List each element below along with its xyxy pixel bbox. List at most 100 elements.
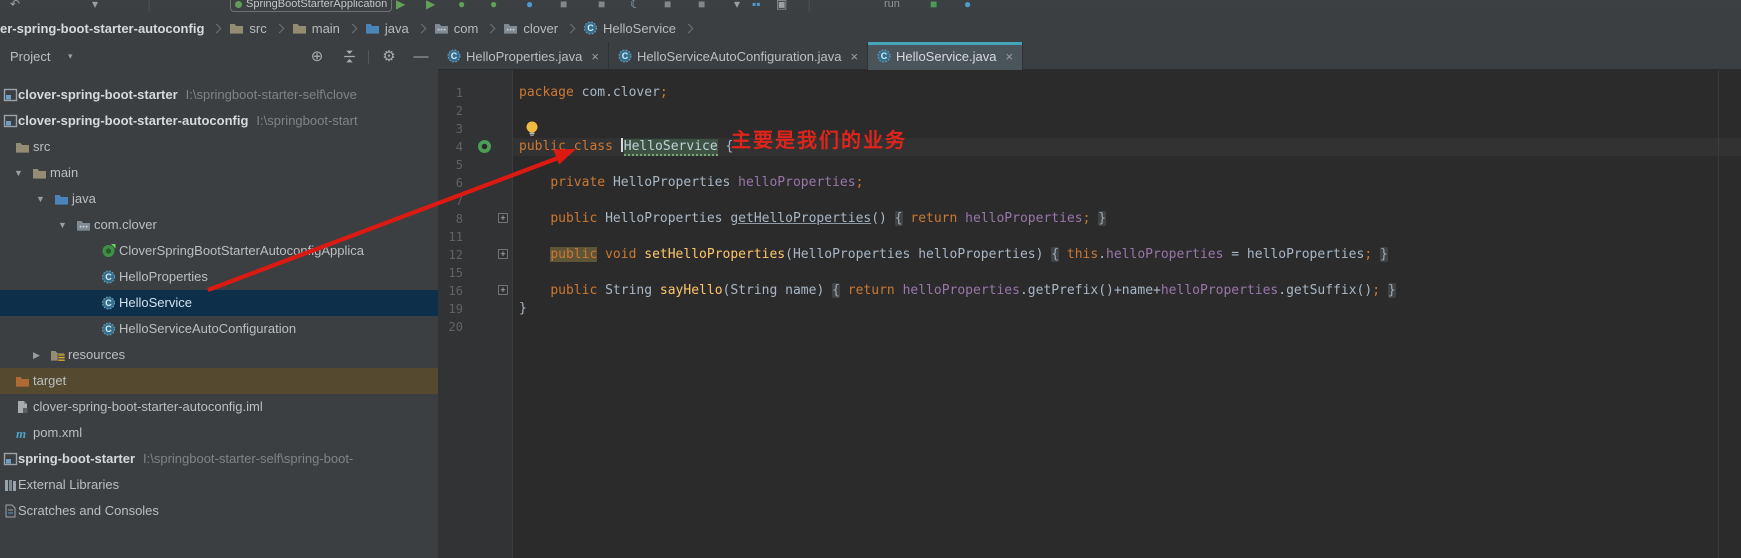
tree-item-clover-spring-boot-starter-autoconfig[interactable]: clover-spring-boot-starter-autoconfigI:\… — [0, 108, 438, 134]
line-number: 20 — [438, 318, 463, 336]
code-line-4[interactable]: public class HelloService { — [519, 138, 733, 156]
close-tab-icon[interactable]: × — [591, 49, 599, 64]
tree-item-helloservice[interactable]: CHelloService — [0, 290, 438, 316]
package-icon — [503, 21, 518, 35]
class-icon: C — [618, 49, 632, 63]
tree-item-clover-spring-boot-starter[interactable]: clover-spring-boot-starterI:\springboot-… — [0, 82, 438, 108]
svg-text:C: C — [105, 272, 112, 282]
chevron-separator-icon — [347, 23, 357, 33]
tab-helloservice-java[interactable]: CHelloService.java× — [868, 42, 1023, 70]
line-number: 15 — [438, 264, 463, 282]
code-line-16[interactable]: public String sayHello(String name) { re… — [519, 282, 1396, 300]
module-path: I:\springboot-starter-self\clove — [186, 87, 357, 102]
breadcrumb-item-helloservice[interactable]: CHelloService — [583, 21, 676, 36]
tree-item-label: clover-spring-boot-starterI:\springboot-… — [18, 87, 357, 102]
fold-marker[interactable]: + — [498, 249, 508, 259]
settings-button[interactable]: ⚙ — [380, 48, 398, 66]
breadcrumb-label: com — [454, 21, 479, 36]
project-panel: Project ▾ ⊕ ⚙ — clover-spring-boot-start… — [0, 42, 438, 558]
editor: CHelloProperties.java×CHelloServiceAutoC… — [438, 42, 1741, 558]
tree-item-java[interactable]: ▼java — [0, 186, 438, 212]
build-status-icon[interactable]: ■ — [930, 0, 937, 11]
run-icon[interactable]: ▶ — [396, 0, 405, 11]
code-line-19[interactable]: } — [519, 300, 527, 318]
line-number: 16 — [438, 282, 463, 300]
class-icon: C — [101, 296, 116, 310]
right-margin-guide — [1718, 70, 1719, 558]
editor-body[interactable]: 1package com.clover;234public class Hell… — [438, 70, 1741, 558]
tree-item-label: spring-boot-starterI:\springboot-starter… — [18, 451, 353, 466]
expanded-arrow-icon[interactable]: ▼ — [58, 220, 67, 230]
intention-bulb-icon[interactable] — [524, 120, 540, 138]
tree-item-clover-spring-boot-starter-autoconfig-im[interactable]: clover-spring-boot-starter-autoconfig.im… — [0, 394, 438, 420]
fold-marker[interactable]: + — [498, 213, 508, 223]
tree-item-spring-boot-starter[interactable]: spring-boot-starterI:\springboot-starter… — [0, 446, 438, 472]
code-line-6[interactable]: private HelloProperties helloProperties; — [519, 174, 863, 192]
fold-marker[interactable]: + — [498, 285, 508, 295]
breadcrumb-item-src[interactable]: src — [229, 21, 266, 36]
breadcrumb-item-clover[interactable]: clover — [503, 21, 558, 36]
tab-helloserviceautoconfiguration-java[interactable]: CHelloServiceAutoConfiguration.java× — [609, 42, 868, 70]
svg-text:C: C — [587, 23, 594, 33]
locate-button[interactable]: ⊕ — [308, 48, 326, 66]
save-all-icon[interactable]: ▣ — [776, 0, 787, 11]
expanded-arrow-icon[interactable]: ▼ — [36, 194, 45, 204]
main-toolbar: SpringBootStarterApplication run ↶▾│▶▶●●… — [0, 0, 1741, 15]
project-panel-header: Project ▾ ⊕ ⚙ — — [0, 42, 438, 72]
code-line-8[interactable]: public HelloProperties getHelloPropertie… — [519, 210, 1106, 228]
close-tab-icon[interactable]: × — [850, 49, 858, 64]
chevron-down-icon[interactable]: ▾ — [92, 0, 98, 11]
expanded-arrow-icon[interactable]: ▼ — [14, 168, 23, 178]
sync-icon[interactable]: ● — [964, 0, 971, 11]
night-mode-icon[interactable]: ☾ — [630, 0, 641, 11]
tree-item-cloverspringbootstarterautoconfigapplica[interactable]: CloverSpringBootStarterAutoconfigApplica — [0, 238, 438, 264]
tree-item-label: HelloService — [119, 295, 192, 310]
text-caret — [621, 138, 623, 152]
svg-text:C: C — [451, 51, 458, 61]
run-configuration-select[interactable]: SpringBootStarterApplication — [230, 0, 392, 12]
svg-text:C: C — [881, 51, 888, 61]
debug-icon[interactable]: ● — [526, 0, 533, 11]
run-anything-icon[interactable]: ● — [490, 0, 497, 11]
tree-item-label: pom.xml — [33, 425, 82, 440]
breadcrumb-item-java[interactable]: java — [365, 21, 409, 36]
tree-item-helloserviceautoconfiguration[interactable]: CHelloServiceAutoConfiguration — [0, 316, 438, 342]
close-tab-icon[interactable]: × — [1005, 49, 1013, 64]
main-area: Project ▾ ⊕ ⚙ — clover-spring-boot-start… — [0, 42, 1741, 558]
line-number: 4 — [438, 138, 463, 156]
package-icon — [76, 218, 91, 232]
tree-item-pom-xml[interactable]: mpom.xml — [0, 420, 438, 446]
tool-icon[interactable]: ■ — [598, 0, 605, 11]
chevron-down-icon-2[interactable]: ▾ — [734, 0, 740, 11]
collapsed-arrow-icon[interactable]: ▶ — [33, 350, 40, 360]
spring-bean-gutter-icon[interactable] — [477, 139, 492, 154]
breadcrumb-item-er-spring-boot-starter-autoconfig[interactable]: er-spring-boot-starter-autoconfig — [0, 21, 204, 36]
tree-item-src[interactable]: src — [0, 134, 438, 160]
hide-panel-button[interactable]: — — [412, 48, 430, 66]
breadcrumb-item-com[interactable]: com — [434, 21, 479, 36]
code-line-1[interactable]: package com.clover; — [519, 84, 668, 102]
undo-icon[interactable]: ↶ — [10, 0, 20, 11]
breadcrumb-label: main — [312, 21, 340, 36]
tree-item-target[interactable]: target — [0, 368, 438, 394]
tree-item-resources[interactable]: ▶resources — [0, 342, 438, 368]
breakpoints-icon[interactable]: ▪▪ — [752, 0, 761, 11]
collapse-all-button[interactable] — [340, 49, 358, 67]
tree-item-main[interactable]: ▼ main — [0, 160, 438, 186]
tree-item-label: main — [50, 165, 78, 180]
tree-item-com-clover[interactable]: ▼com.clover — [0, 212, 438, 238]
code-line-12[interactable]: public void setHelloProperties(HelloProp… — [519, 246, 1388, 264]
tree-item-external-libraries[interactable]: External Libraries — [0, 472, 438, 498]
tree-item-helloproperties[interactable]: CHelloProperties — [0, 264, 438, 290]
project-title-dropdown-icon[interactable]: ▾ — [68, 51, 73, 62]
tab-helloproperties-java[interactable]: CHelloProperties.java× — [438, 42, 609, 70]
tool-icon-3[interactable]: ■ — [698, 0, 705, 11]
tool-icon-2[interactable]: ■ — [664, 0, 671, 11]
profiler-icon[interactable]: ● — [458, 0, 465, 11]
class-icon: C — [583, 21, 598, 35]
tree-item-scratches-and-consoles[interactable]: Scratches and Consoles — [0, 498, 438, 524]
stop-icon[interactable]: ■ — [560, 0, 567, 11]
breadcrumb-item-main[interactable]: main — [292, 21, 340, 36]
class-icon: C — [877, 49, 891, 63]
run-coverage-icon[interactable]: ▶ — [426, 0, 435, 11]
